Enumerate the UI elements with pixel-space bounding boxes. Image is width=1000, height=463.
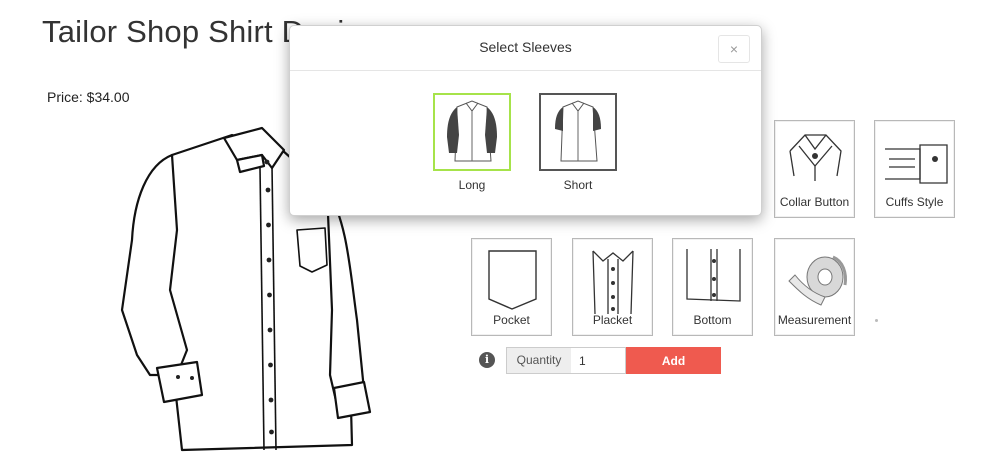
cuffs-style-icon <box>885 144 948 184</box>
sleeve-option-label: Long <box>458 178 486 192</box>
modal-title: Select Sleeves <box>479 39 572 55</box>
option-label: Pocket <box>493 313 530 327</box>
product-price: Price: $34.00 <box>47 89 130 105</box>
option-measurement[interactable]: Measurement <box>774 238 855 336</box>
quantity-label: Quantity <box>506 347 572 374</box>
sleeve-option-short[interactable] <box>539 93 617 171</box>
option-bottom[interactable]: Bottom <box>672 238 753 336</box>
option-cuffs-style[interactable]: Cuffs Style <box>874 120 955 218</box>
select-sleeves-modal: Select Sleeves × Long Short <box>289 25 762 216</box>
option-label: Placket <box>592 313 633 327</box>
long-sleeve-shirt-icon <box>447 100 497 162</box>
option-label: Bottom <box>693 313 732 327</box>
info-icon[interactable]: i <box>479 352 495 368</box>
modal-header: Select Sleeves × <box>290 26 761 71</box>
option-placket[interactable]: Placket <box>572 238 653 336</box>
option-pocket[interactable]: Pocket <box>471 238 552 336</box>
option-label: Cuffs Style <box>885 195 944 209</box>
option-label: Measurement <box>777 313 852 327</box>
option-collar-button[interactable]: Collar Button <box>774 120 855 218</box>
collar-button-icon <box>789 134 842 181</box>
placket-icon <box>592 250 634 315</box>
measuring-tape-icon <box>788 255 847 306</box>
bottom-icon <box>686 249 741 302</box>
sleeve-option-label: Short <box>563 178 593 192</box>
decorative-dot <box>875 319 878 322</box>
sleeve-option-long[interactable] <box>433 93 511 171</box>
close-icon[interactable]: × <box>718 35 750 63</box>
short-sleeve-shirt-icon <box>555 100 601 162</box>
quantity-input[interactable] <box>571 347 626 374</box>
add-button[interactable]: Add <box>626 347 721 374</box>
pocket-icon <box>488 250 537 310</box>
option-label: Collar Button <box>779 195 850 209</box>
